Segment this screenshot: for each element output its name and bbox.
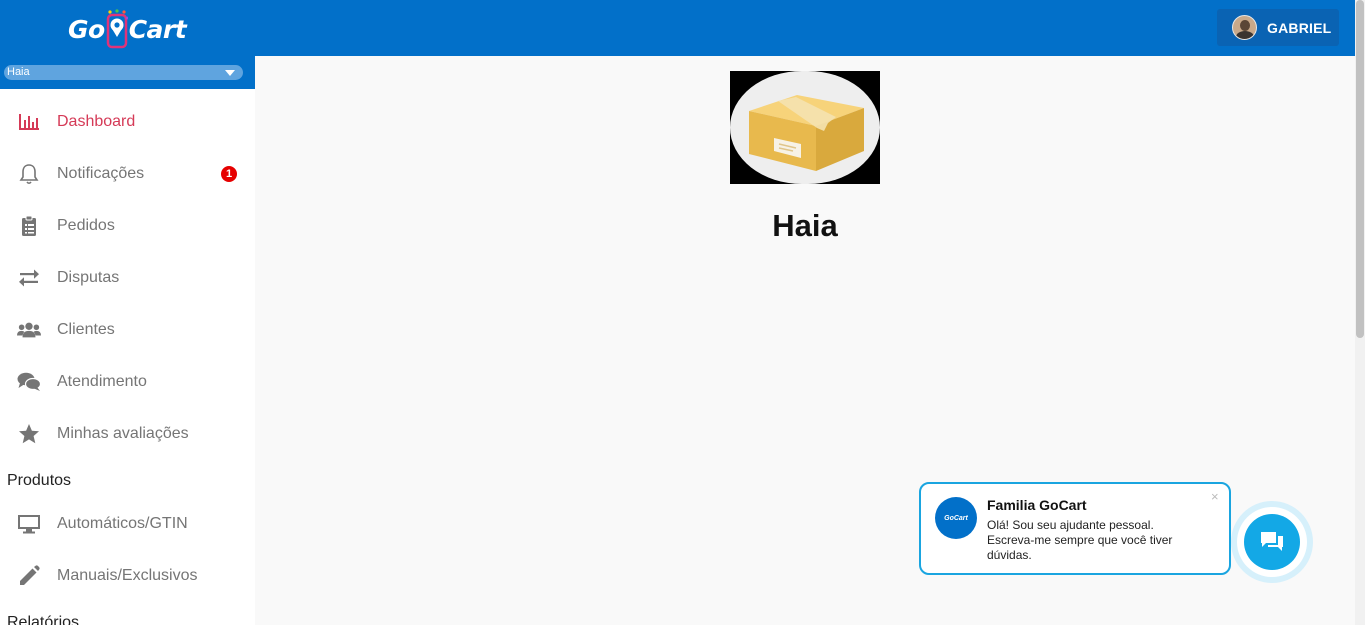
clipboard-icon bbox=[17, 214, 41, 238]
sidebar-item-label: Manuais/Exclusivos bbox=[57, 567, 198, 584]
sidebar-item-automaticos-gtin[interactable]: Automáticos/GTIN bbox=[0, 498, 255, 550]
page-scrollbar[interactable] bbox=[1355, 0, 1365, 625]
bar-chart-icon bbox=[17, 110, 41, 134]
sidebar-item-notificacoes[interactable]: Notificações 1 bbox=[0, 148, 255, 200]
sidebar-item-manuais-exclusivos[interactable]: Manuais/Exclusivos bbox=[0, 550, 255, 602]
sidebar-item-label: Clientes bbox=[57, 321, 115, 338]
user-name: GABRIEL bbox=[1267, 19, 1332, 36]
star-icon bbox=[17, 422, 41, 446]
sidebar-item-disputas[interactable]: Disputas bbox=[0, 252, 255, 304]
sidebar-item-label: Minhas avaliações bbox=[57, 425, 189, 442]
chat-bubbles-icon bbox=[17, 370, 41, 394]
notification-badge: 1 bbox=[221, 166, 237, 182]
section-produtos: Produtos bbox=[7, 472, 72, 489]
store-select-value: Haia bbox=[7, 66, 30, 78]
sidebar-item-label: Automáticos/GTIN bbox=[57, 515, 188, 532]
store-select[interactable]: Haia bbox=[4, 65, 243, 80]
logo-text-left: Go bbox=[68, 14, 105, 44]
sidebar-item-label: Atendimento bbox=[57, 373, 147, 390]
sidebar-item-label: Dashboard bbox=[57, 113, 136, 130]
chat-message-line-3: dúvidas. bbox=[987, 548, 1032, 562]
avatar bbox=[1232, 15, 1257, 40]
chat-welcome-bubble[interactable]: GoCart Familia GoCart Olá! Sou seu ajuda… bbox=[919, 482, 1231, 575]
pencil-icon bbox=[17, 564, 41, 588]
sidebar-item-clientes[interactable]: Clientes bbox=[0, 304, 255, 356]
section-relatorios: Relatórios bbox=[7, 614, 80, 625]
sidebar-item-dashboard[interactable]: Dashboard bbox=[0, 96, 255, 148]
chat-avatar: GoCart bbox=[935, 497, 977, 539]
chat-icon bbox=[1261, 532, 1283, 551]
box-icon bbox=[749, 95, 864, 171]
sidebar-item-label: Notificações bbox=[57, 165, 145, 182]
monitor-icon bbox=[17, 512, 41, 536]
map-pin-icon bbox=[106, 9, 129, 49]
swap-arrows-icon bbox=[17, 266, 41, 290]
logo-text-right: Cart bbox=[128, 14, 187, 44]
sidebar-item-label: Disputas bbox=[57, 269, 120, 286]
sidebar: Dashboard Notificações 1 Pedidos Disputa… bbox=[0, 89, 255, 625]
sidebar-item-label: Pedidos bbox=[57, 217, 115, 234]
scrollbar-thumb[interactable] bbox=[1356, 0, 1364, 338]
store-image bbox=[730, 71, 880, 184]
chat-title: Familia GoCart bbox=[987, 497, 1087, 513]
sidebar-item-pedidos[interactable]: Pedidos bbox=[0, 200, 255, 252]
gocart-logo[interactable]: Go Cart bbox=[68, 6, 187, 52]
users-icon bbox=[17, 318, 41, 342]
bell-icon bbox=[17, 162, 41, 186]
chat-message-line-2: Escreva-me sempre que você tiver bbox=[987, 533, 1173, 547]
chat-avatar-text: GoCart bbox=[944, 514, 968, 522]
store-name-heading: Haia bbox=[772, 208, 838, 243]
sidebar-item-atendimento[interactable]: Atendimento bbox=[0, 356, 255, 408]
close-icon[interactable]: × bbox=[1211, 489, 1219, 504]
user-menu-button[interactable]: GABRIEL bbox=[1217, 9, 1339, 46]
top-bar: Go Cart GABRIEL bbox=[0, 0, 1355, 56]
chat-launcher-button[interactable] bbox=[1231, 501, 1313, 583]
chat-message-line-1: Olá! Sou seu ajudante pessoal. bbox=[987, 518, 1154, 532]
sidebar-item-minhas-avaliacoes[interactable]: Minhas avaliações bbox=[0, 408, 255, 460]
caret-down-icon bbox=[225, 70, 235, 76]
